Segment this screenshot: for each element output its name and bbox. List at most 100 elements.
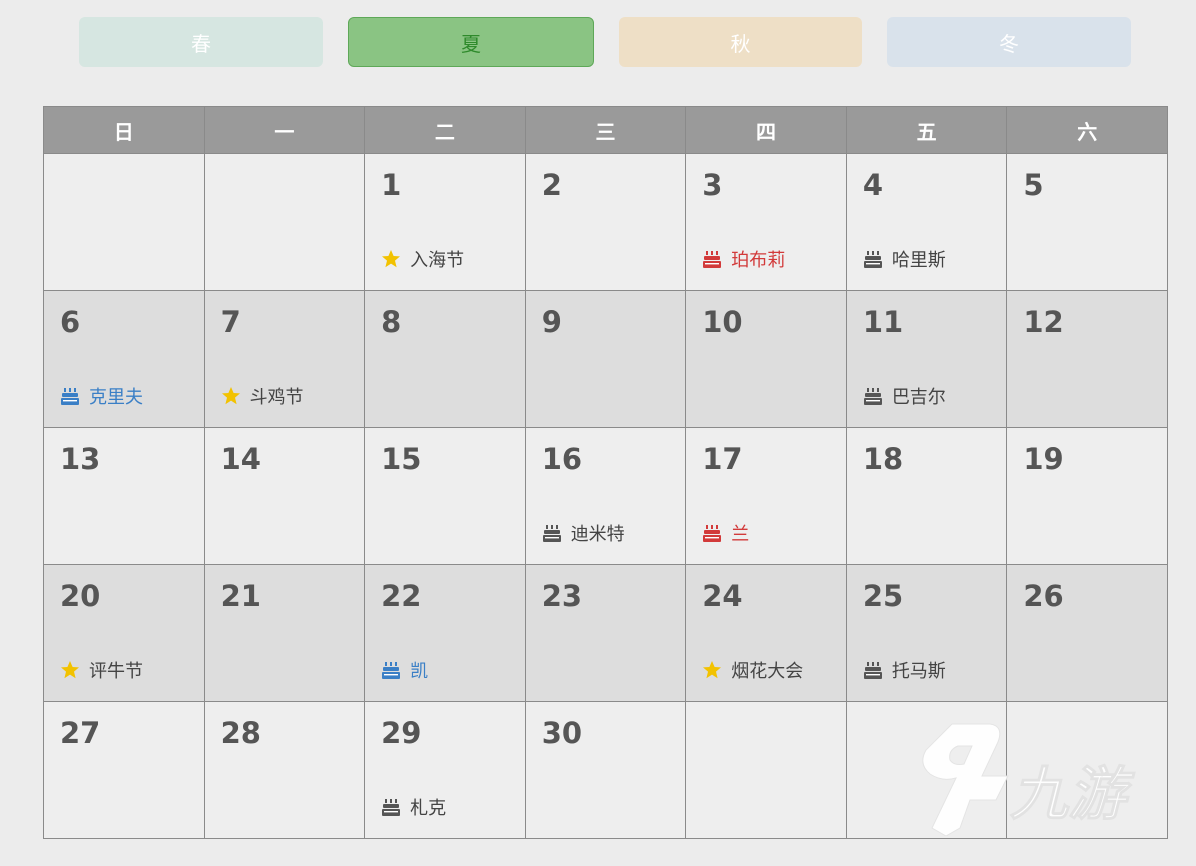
calendar-day-cell[interactable]: 4 哈里斯 bbox=[845, 153, 1008, 291]
festival-event[interactable]: 评牛节 bbox=[60, 657, 143, 683]
day-number: 2 bbox=[541, 168, 562, 202]
birthday-event[interactable]: 克里夫 bbox=[60, 383, 143, 409]
day-number: 9 bbox=[541, 305, 562, 339]
season-tab-winter[interactable]: 冬 bbox=[887, 17, 1131, 67]
calendar-day-cell[interactable]: 25 托马斯 bbox=[845, 564, 1008, 702]
day-number: 13 bbox=[60, 442, 101, 476]
season-tab-spring[interactable]: 春 bbox=[79, 17, 323, 67]
cake-icon bbox=[382, 662, 401, 679]
weekday-header: 六 bbox=[1006, 106, 1168, 154]
weekday-header: 二 bbox=[364, 106, 526, 154]
calendar-day-cell[interactable]: 15 bbox=[364, 427, 526, 565]
calendar-day-cell[interactable]: 9 bbox=[524, 290, 687, 428]
calendar-day-cell[interactable]: 20 评牛节 bbox=[43, 564, 205, 702]
weekday-header: 四 bbox=[685, 106, 847, 154]
calendar-empty-cell bbox=[685, 701, 847, 839]
festival-event[interactable]: 入海节 bbox=[381, 246, 464, 272]
day-number: 4 bbox=[862, 168, 883, 202]
star-icon bbox=[703, 661, 722, 679]
calendar-day-cell[interactable]: 29 札克 bbox=[364, 701, 526, 839]
weekday-header: 日 bbox=[43, 106, 205, 154]
calendar-day-cell[interactable]: 5 bbox=[1006, 153, 1168, 291]
calendar-day-cell[interactable]: 14 bbox=[203, 427, 366, 565]
day-number: 15 bbox=[381, 442, 422, 476]
day-number: 6 bbox=[60, 305, 81, 339]
jiuyou-logo-icon: 九游 bbox=[922, 723, 1137, 836]
festival-event[interactable]: 斗鸡节 bbox=[221, 383, 304, 409]
weekday-header: 五 bbox=[845, 106, 1008, 154]
day-number: 22 bbox=[381, 579, 422, 613]
calendar-day-cell[interactable]: 2 bbox=[524, 153, 687, 291]
calendar-week-row: 6 克里夫 7 斗鸡节 8 9 10 11 巴吉尔 12 bbox=[43, 290, 1168, 428]
calendar-day-cell[interactable]: 1 入海节 bbox=[364, 153, 526, 291]
birthday-event[interactable]: 札克 bbox=[381, 794, 446, 820]
calendar-day-cell[interactable]: 18 bbox=[845, 427, 1008, 565]
birthday-event[interactable]: 珀布莉 bbox=[702, 246, 785, 272]
calendar-week-row: 13 14 15 16 迪米特 17 兰 18 19 bbox=[43, 427, 1168, 565]
calendar-empty-cell bbox=[203, 153, 366, 291]
event-label: 托马斯 bbox=[891, 661, 946, 682]
event-label: 评牛节 bbox=[89, 661, 143, 682]
weekday-header: 一 bbox=[203, 106, 366, 154]
cake-icon bbox=[703, 525, 722, 542]
day-number: 16 bbox=[541, 442, 583, 476]
calendar-day-cell[interactable]: 24 烟花大会 bbox=[685, 564, 847, 702]
calendar-day-cell[interactable]: 10 bbox=[685, 290, 847, 428]
day-number: 10 bbox=[702, 305, 743, 339]
birthday-event[interactable]: 托马斯 bbox=[863, 657, 946, 683]
birthday-event[interactable]: 凯 bbox=[381, 657, 428, 683]
season-tab-autumn[interactable]: 秋 bbox=[619, 17, 862, 67]
calendar-day-cell[interactable]: 30 bbox=[524, 701, 687, 839]
season-tab-summer[interactable]: 夏 bbox=[348, 17, 594, 67]
calendar-day-cell[interactable]: 21 bbox=[203, 564, 366, 702]
cake-icon bbox=[61, 388, 79, 405]
festival-event[interactable]: 烟花大会 bbox=[702, 657, 803, 683]
birthday-event[interactable]: 迪米特 bbox=[542, 520, 625, 546]
calendar-day-cell[interactable]: 17 兰 bbox=[685, 427, 847, 565]
day-number: 25 bbox=[862, 579, 904, 613]
calendar-day-cell[interactable]: 16 迪米特 bbox=[524, 427, 687, 565]
day-number: 5 bbox=[1023, 168, 1044, 202]
birthday-event[interactable]: 哈里斯 bbox=[863, 246, 946, 272]
calendar-week-row: 1 入海节 2 3 珀布莉 4 哈里斯 5 bbox=[43, 153, 1168, 291]
day-number: 27 bbox=[60, 716, 101, 750]
day-number: 7 bbox=[220, 305, 241, 339]
calendar-day-cell[interactable]: 22 凯 bbox=[364, 564, 526, 702]
cake-icon bbox=[863, 388, 882, 405]
day-number: 11 bbox=[862, 305, 904, 339]
cake-icon bbox=[863, 662, 882, 679]
weekday-header: 三 bbox=[524, 106, 687, 154]
star-icon bbox=[61, 661, 79, 679]
calendar-day-cell[interactable]: 11 巴吉尔 bbox=[845, 290, 1008, 428]
day-number: 3 bbox=[702, 168, 723, 202]
day-number: 18 bbox=[862, 442, 904, 476]
cake-icon bbox=[382, 799, 401, 816]
calendar-day-cell[interactable]: 12 bbox=[1006, 290, 1168, 428]
day-number: 21 bbox=[220, 579, 261, 613]
day-number: 19 bbox=[1023, 442, 1064, 476]
calendar-day-cell[interactable]: 6 克里夫 bbox=[43, 290, 205, 428]
cake-icon bbox=[542, 525, 561, 542]
calendar-day-cell[interactable]: 23 bbox=[524, 564, 687, 702]
weekday-header-row: 日 一 二 三 四 五 六 bbox=[43, 106, 1168, 154]
event-label: 巴吉尔 bbox=[891, 387, 946, 408]
event-label: 哈里斯 bbox=[891, 250, 946, 271]
calendar-day-cell[interactable]: 28 bbox=[203, 701, 366, 839]
day-number: 29 bbox=[381, 716, 422, 750]
calendar-day-cell[interactable]: 26 bbox=[1006, 564, 1168, 702]
event-label: 札克 bbox=[410, 798, 447, 819]
birthday-event[interactable]: 巴吉尔 bbox=[863, 383, 946, 409]
day-number: 12 bbox=[1023, 305, 1064, 339]
calendar-day-cell[interactable]: 27 bbox=[43, 701, 205, 839]
calendar-day-cell[interactable]: 7 斗鸡节 bbox=[203, 290, 366, 428]
birthday-event[interactable]: 兰 bbox=[702, 520, 749, 546]
calendar-day-cell[interactable]: 3 珀布莉 bbox=[685, 153, 847, 291]
event-label: 迪米特 bbox=[570, 524, 625, 545]
cake-icon bbox=[703, 251, 722, 268]
star-icon bbox=[382, 250, 401, 268]
event-label: 斗鸡节 bbox=[249, 387, 304, 408]
calendar-day-cell[interactable]: 13 bbox=[43, 427, 205, 565]
calendar-week-row: 20 评牛节 21 22 凯 23 24 烟花大会 25 托马斯 26 bbox=[43, 564, 1168, 702]
calendar-day-cell[interactable]: 19 bbox=[1006, 427, 1168, 565]
calendar-day-cell[interactable]: 8 bbox=[364, 290, 526, 428]
